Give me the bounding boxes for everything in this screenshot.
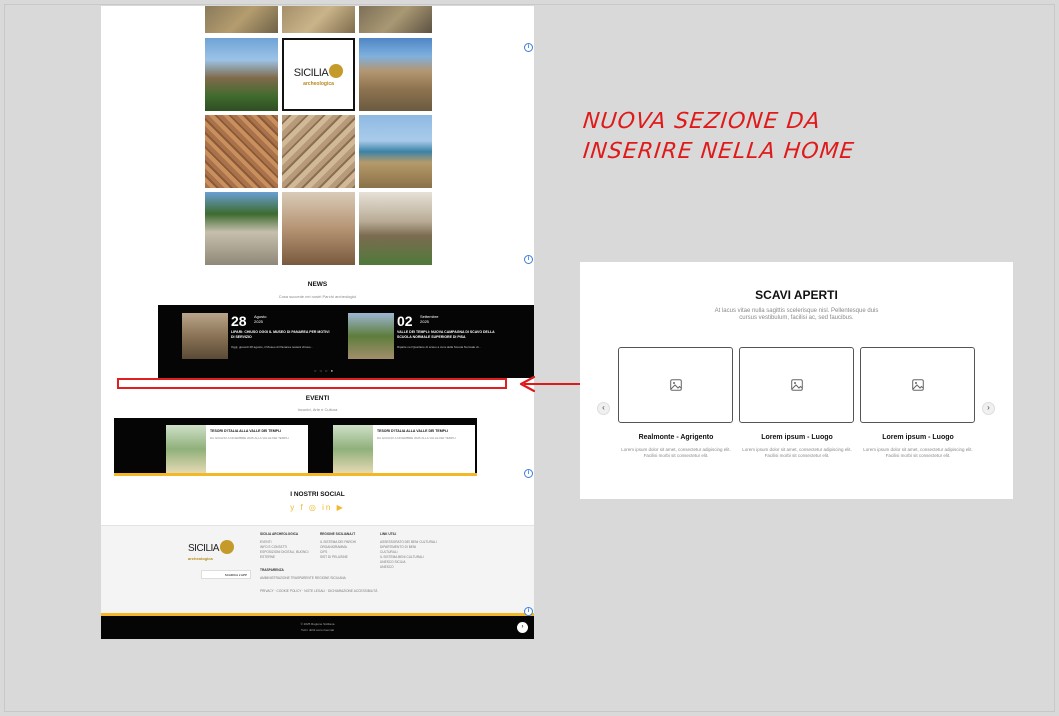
scavo-card-image[interactable] xyxy=(860,347,975,423)
news-subtitle: Cosa succede nei nostri Parchi archeolog… xyxy=(278,294,357,299)
event-card-title: TESORI D'ITALIA ALLA VALLE DEI TEMPLI xyxy=(377,429,449,433)
scavo-card-title[interactable]: Lorem ipsum - Luogo xyxy=(858,434,978,441)
section-subtitle: At lacus vitae nulla sagittis scelerisqu… xyxy=(714,308,879,321)
event-card[interactable]: TESORI D'ITALIA ALLA VALLE DEI TEMPLI DA… xyxy=(333,425,475,473)
footer-heading: LINK UTILI xyxy=(380,532,397,536)
footer-bottom-bar: © 2025 Regione Siciliana Tutti i diritti… xyxy=(101,616,534,639)
footer-link[interactable]: SIST DI PELUSINE xyxy=(320,555,356,560)
news-image xyxy=(348,313,394,359)
copyright-credit: Tutti i diritti sono riservati xyxy=(300,628,335,632)
image-placeholder-icon xyxy=(669,379,682,391)
events-carousel: TESORI D'ITALIA ALLA VALLE DEI TEMPLI DA… xyxy=(114,418,477,473)
news-title: NEWS xyxy=(307,281,328,288)
news-month: Agosto 2025 xyxy=(254,314,267,324)
events-yellow-bar xyxy=(114,473,477,476)
photo-tile xyxy=(359,115,432,188)
footer-link[interactable]: ESTERNE xyxy=(260,555,377,560)
annotation-line-1: NUOVA SEZIONE DA xyxy=(581,109,822,134)
scavo-card-text: Lorem ipsum dolor sit amet, consectetur … xyxy=(742,447,852,458)
event-card[interactable]: TESORI D'ITALIA ALLA VALLE DEI TEMPLI DA… xyxy=(166,425,308,473)
photo-tile xyxy=(282,115,355,188)
image-placeholder-icon xyxy=(911,379,924,391)
events-subtitle: Incontri, Arte e Cultura xyxy=(297,407,338,412)
carousel-prev-button[interactable]: ‹ xyxy=(597,402,610,415)
section-title: SCAVI APERTI xyxy=(755,288,838,302)
event-image xyxy=(166,425,206,473)
insert-placeholder-box xyxy=(117,378,507,389)
footer-col-1: SICILIA ARCHEOLOGICA EVENTI INFO E CONTA… xyxy=(260,532,377,594)
logo-subtext: archeologica xyxy=(303,80,334,87)
scavo-card-title[interactable]: Lorem ipsum - Luogo xyxy=(737,434,857,441)
logo-text: SICILIA xyxy=(293,66,329,79)
footer-heading: SICILIA ARCHEOLOGICA xyxy=(260,532,299,536)
photo-tile xyxy=(205,115,278,188)
footer-legal-links[interactable]: PRIVACY · COOKIE POLICY · NOTE LEGALI · … xyxy=(260,589,377,594)
news-card-text: Riparte nel Quartiere di scavo a cura de… xyxy=(397,345,481,349)
social-title: I NOSTRI SOCIAL xyxy=(290,491,345,498)
news-month: Settembre 2025 xyxy=(420,314,439,324)
photo-tile xyxy=(359,38,432,111)
scavo-card-image[interactable] xyxy=(739,347,854,423)
scroll-top-button[interactable]: › xyxy=(517,622,528,633)
news-card-text: Oggi, giovedì 28 agosto, il Museo di Pan… xyxy=(231,345,314,349)
event-card-title: TESORI D'ITALIA ALLA VALLE DEI TEMPLI xyxy=(210,429,282,433)
news-card-title: VALLE DEI TEMPLI: NUOVA CAMPAGNA DI SCAV… xyxy=(397,330,495,339)
app-download-badge[interactable]: SCARICA L'APP xyxy=(201,570,251,579)
event-card-text: DA GIUGNO A DICEMBRE 2025 ALLA VALLE DEI… xyxy=(377,436,456,440)
photo-tile xyxy=(205,6,278,33)
annotation-line-2: INSERIRE NELLA HOME xyxy=(581,139,856,164)
image-placeholder-icon xyxy=(790,379,803,391)
footer: SICILIA archeologica SCARICA L'APP SICIL… xyxy=(101,525,534,615)
homepage-mockup: SICILIA archeologica NEWS Cosa succede n… xyxy=(101,6,534,639)
scavo-card-image[interactable] xyxy=(618,347,733,423)
photo-tile xyxy=(282,192,355,265)
news-card[interactable]: 28 Agosto 2025 LIPARI: CHIUSO OGGI IL MUS… xyxy=(182,313,332,363)
footer-link[interactable]: UNESCO xyxy=(380,565,437,570)
scavo-card-text: Lorem ipsum dolor sit amet, consectetur … xyxy=(621,447,731,458)
accessibility-icon[interactable]: i xyxy=(524,607,533,616)
accessibility-icon[interactable]: i xyxy=(524,255,533,264)
copyright: © 2025 Regione Siciliana xyxy=(300,622,335,626)
photo-tile xyxy=(359,6,432,33)
social-icons[interactable]: y f ◎ in ▶ xyxy=(101,503,534,512)
annotation-arrow-head-icon xyxy=(519,375,536,393)
footer-logo: SICILIA archeologica xyxy=(188,538,234,561)
photo-tile xyxy=(282,6,355,33)
event-card-text: DA GIUGNO A DICEMBRE 2025 ALLA VALLE DEI… xyxy=(210,436,289,440)
accessibility-icon[interactable]: i xyxy=(524,469,533,478)
logo-tile: SICILIA archeologica xyxy=(282,38,355,111)
carousel-next-button[interactable]: › xyxy=(982,402,995,415)
news-card-title: LIPARI: CHIUSO OGGI IL MUSEO DI PANAREA … xyxy=(231,330,330,339)
footer-heading: TRASPARENZA xyxy=(260,568,284,572)
photo-tile xyxy=(205,38,278,111)
event-image xyxy=(333,425,373,473)
events-title: EVENTI xyxy=(305,395,330,402)
footer-col-2: REGIONE SICILIANA.IT IL SISTEMA DEI PARC… xyxy=(320,532,356,560)
news-day: 02 xyxy=(397,313,413,329)
scavo-card-title[interactable]: Realmonte - Agrigento xyxy=(616,434,736,441)
footer-logo-text: SICILIA xyxy=(188,543,219,554)
footer-link[interactable]: AMMINISTRAZIONE TRASPARENTE REGIONE SICI… xyxy=(260,576,377,581)
news-day: 28 xyxy=(231,313,247,329)
new-section-mockup: SCAVI APERTI At lacus vitae nulla sagitt… xyxy=(580,262,1013,499)
footer-col-3: LINK UTILI ASSESSORATO DEI BENI CULTURAL… xyxy=(380,532,437,570)
footer-logo-subtext: archeologica xyxy=(188,556,213,561)
carousel-dots[interactable]: ○ ○ ○ ● xyxy=(314,368,334,373)
footer-heading: REGIONE SICILIANA.IT xyxy=(320,532,356,536)
news-carousel: 28 Agosto 2025 LIPARI: CHIUSO OGGI IL MUS… xyxy=(158,305,534,378)
scavo-card-text: Lorem ipsum dolor sit amet, consectetur … xyxy=(863,447,973,458)
logo-coin-icon xyxy=(219,539,234,554)
news-image xyxy=(182,313,228,359)
photo-tile xyxy=(359,192,432,265)
logo-coin-icon xyxy=(329,64,344,79)
photo-tile xyxy=(205,192,278,265)
news-card[interactable]: 02 Settembre 2025 VALLE DEI TEMPLI: NUOVA… xyxy=(348,313,498,363)
accessibility-icon[interactable]: i xyxy=(524,43,533,52)
